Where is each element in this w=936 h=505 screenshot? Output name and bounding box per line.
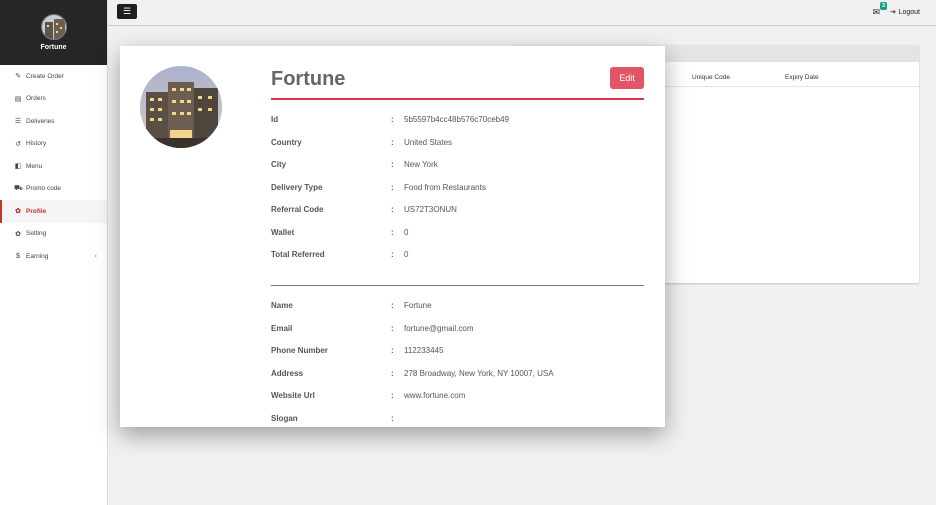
gear-icon: ✿: [15, 230, 21, 238]
field-label: Email: [271, 323, 293, 333]
field-label: Id: [271, 114, 279, 124]
field-label: Referral Code: [271, 204, 324, 214]
field-separator: :: [391, 323, 394, 333]
dollar-icon: $: [16, 252, 20, 260]
field-label: Country: [271, 137, 302, 147]
field-row-slogan: Slogan :: [271, 411, 651, 425]
cart-icon: ⛟: [14, 185, 23, 193]
field-label: Total Referred: [271, 249, 325, 259]
field-row-name: Name : Fortune: [271, 298, 651, 312]
sidebar: Fortune ✎ Create Order ▤ Orders ☰ Delive…: [0, 0, 108, 505]
edit-button[interactable]: Edit: [610, 67, 644, 89]
sidebar-item-label: Orders: [26, 95, 46, 103]
field-value: United States: [404, 137, 453, 147]
sidebar-item-label: Setting: [26, 230, 47, 238]
field-label: Phone Number: [271, 345, 328, 355]
field-value: Food from Restaurants: [404, 182, 486, 192]
field-label: Wallet: [271, 227, 295, 237]
sidebar-item-label: Deliveries: [26, 117, 55, 125]
field-value: 5b5597b4cc48b576c70ceb49: [404, 114, 509, 124]
field-value: Fortune: [404, 300, 432, 310]
sidebar-item-label: Promo code: [26, 185, 62, 193]
field-value: fortune@gmail.com: [404, 323, 474, 333]
sidebar-item-menu[interactable]: ◧ Menu: [0, 155, 107, 178]
edit-icon: ✎: [15, 73, 21, 81]
sidebar-item-history[interactable]: ↺ History: [0, 133, 107, 156]
field-label: City: [271, 159, 287, 169]
logout-button[interactable]: ⇥ Logout: [889, 8, 920, 17]
field-row-address: Address : 278 Broadway, New York, NY 100…: [271, 366, 651, 380]
sidebar-header: Fortune: [0, 0, 107, 65]
field-value: 112233445: [404, 345, 444, 355]
field-row-country: Country : United States: [271, 135, 651, 149]
field-separator: :: [391, 182, 394, 192]
field-value: 0: [404, 249, 409, 259]
field-row-total-referred: Total Referred : 0: [271, 247, 651, 261]
field-row-email: Email : fortune@gmail.com: [271, 321, 651, 335]
sidebar-brand: Fortune: [40, 44, 67, 51]
field-label: Name: [271, 300, 293, 310]
field-row-website-url: Website Url : www.fortune.com: [271, 388, 651, 402]
notification-badge: 3: [879, 2, 887, 10]
field-value: US72T3ONUN: [404, 204, 457, 214]
profile-card: Fortune Edit Id : 5b5597b4cc48b576c70ceb…: [120, 46, 665, 427]
hamburger-icon[interactable]: ☰: [117, 4, 137, 19]
sidebar-item-label: History: [26, 140, 47, 148]
sidebar-item-orders[interactable]: ▤ Orders: [0, 88, 107, 111]
field-value: www.fortune.com: [404, 390, 466, 400]
field-separator: :: [391, 137, 394, 147]
field-separator: :: [391, 204, 394, 214]
field-separator: :: [391, 227, 394, 237]
history-icon: ↺: [15, 140, 21, 148]
column-expiry-date: Expiry Date: [785, 74, 819, 81]
sidebar-item-create-order[interactable]: ✎ Create Order: [0, 65, 107, 88]
sidebar-item-label: Earning: [26, 252, 49, 260]
sidebar-item-deliveries[interactable]: ☰ Deliveries: [0, 110, 107, 133]
profile-avatar: [140, 66, 222, 148]
menu-icon: ◧: [14, 163, 22, 171]
field-separator: :: [391, 413, 394, 423]
field-row-phone-number: Phone Number : 112233445: [271, 343, 651, 357]
sidebar-item-label: Menu: [26, 162, 43, 170]
field-value: New York: [404, 159, 438, 169]
field-separator: :: [391, 300, 394, 310]
mail-icon[interactable]: ✉: [872, 7, 880, 18]
sidebar-item-setting[interactable]: ✿ Setting: [0, 223, 107, 246]
field-label: Delivery Type: [271, 182, 323, 192]
field-separator: :: [391, 159, 394, 169]
field-value: 278 Broadway, New York, NY 10007, USA: [404, 368, 554, 378]
field-row-delivery-type: Delivery Type : Food from Restaurants: [271, 180, 651, 194]
list-icon: ▤: [14, 95, 22, 103]
field-separator: :: [391, 345, 394, 355]
chevron-left-icon: ‹: [94, 252, 97, 260]
profile-name-title: Fortune: [271, 68, 346, 90]
list-icon: ☰: [14, 118, 22, 126]
sidebar-item-label: Create Order: [26, 72, 64, 80]
field-separator: :: [391, 249, 394, 259]
field-separator: :: [391, 368, 394, 378]
sidebar-avatar: [40, 14, 67, 40]
section-divider: [271, 285, 644, 286]
field-row-referral-code: Referral Code : US72T3ONUN: [271, 202, 651, 216]
field-row-wallet: Wallet : 0: [271, 225, 651, 239]
title-divider: [271, 98, 644, 100]
field-row-city: City : New York: [271, 157, 651, 171]
field-label: Slogan: [271, 413, 298, 423]
sidebar-item-promo-code[interactable]: ⛟ Promo code: [0, 178, 107, 201]
field-separator: :: [391, 390, 394, 400]
field-value: 0: [404, 227, 409, 237]
logout-label: Logout: [898, 8, 920, 16]
field-row-id: Id : 5b5597b4cc48b576c70ceb49: [271, 112, 651, 126]
field-separator: :: [391, 114, 394, 124]
logout-icon: ⇥: [889, 9, 896, 16]
field-label: Website Url: [271, 390, 315, 400]
sidebar-item-earning[interactable]: $ Earning ‹: [0, 245, 107, 268]
gear-icon: ✿: [15, 208, 21, 216]
column-unique-code: Unique Code: [692, 74, 730, 81]
sidebar-item-profile[interactable]: ✿ Profile: [0, 200, 107, 223]
sidebar-item-label: Profile: [26, 207, 47, 215]
sidebar-menu: ✎ Create Order ▤ Orders ☰ Deliveries ↺ H…: [0, 65, 107, 268]
field-label: Address: [271, 368, 304, 378]
topbar: ☰ ✉ 3 ⇥ Logout: [108, 0, 936, 26]
